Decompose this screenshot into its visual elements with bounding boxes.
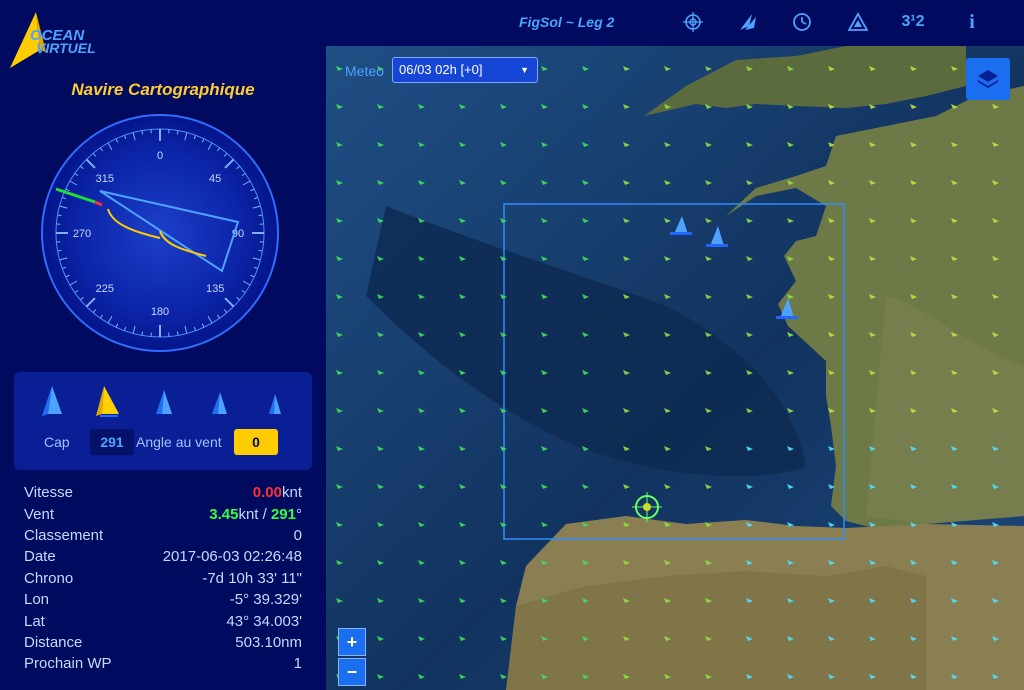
ranking-icon[interactable]: 3¹2 (901, 10, 925, 34)
lat-value: 43° 34.003' (226, 612, 302, 630)
chrono-value: -7d 10h 33' 11" (202, 569, 302, 587)
info-icon[interactable]: i (960, 10, 984, 34)
stat-waypoint: Prochain WP 1 (24, 653, 302, 674)
stat-vent: Vent 3.45knt / 291° (24, 503, 302, 524)
stat-classement: Classement 0 (24, 525, 302, 546)
meteo-label: Meteo (345, 63, 384, 79)
stat-lat: Lat 43° 34.003' (24, 610, 302, 631)
waypoint-value: 1 (293, 655, 302, 673)
vent-deg: ° (296, 505, 302, 523)
map-canvas[interactable] (326, 46, 1024, 690)
classement-value: 0 (293, 526, 302, 544)
code0-sail-icon[interactable] (259, 384, 289, 418)
waypoint-label: Prochain WP (24, 655, 112, 673)
warning-icon[interactable] (846, 10, 870, 34)
vent-value-group: 3.45knt / 291° (209, 506, 302, 523)
compass-label: 225 (96, 283, 114, 295)
spinnaker-sail-icon[interactable] (92, 384, 122, 418)
compass-label: 180 (151, 306, 169, 318)
sail-settings-icon[interactable] (735, 10, 759, 34)
distance-label: Distance (24, 633, 83, 651)
vent-unit: knt / (238, 505, 271, 523)
vitesse-label: Vitesse (24, 484, 73, 502)
sail-selector: Cap 291 Angle au vent 0 (14, 372, 312, 470)
zoom-out-button[interactable]: − (338, 658, 366, 686)
panel-title: Navire Cartographique (71, 80, 255, 99)
angle-label: Angle au vent (136, 434, 222, 450)
chrono-label: Chrono (24, 569, 74, 587)
cap-label: Cap (44, 434, 70, 450)
cap-value[interactable]: 291 (90, 429, 134, 455)
vitesse-value: 0.00 (252, 484, 282, 502)
info-icon-text: i (969, 10, 975, 33)
stat-vitesse: Vitesse 0.00knt (24, 482, 302, 503)
vent-label: Vent (24, 505, 55, 523)
stat-date: Date 2017-06-03 02:26:48 (24, 546, 302, 567)
compass-label: 0 (157, 150, 163, 162)
map-view[interactable]: Meteo 06/03 02h [+0] ▼ + − (326, 46, 1024, 690)
leg-title: FigSol ~ Leg 2 (519, 14, 615, 30)
target-icon[interactable] (681, 10, 705, 34)
compass-label: 315 (96, 173, 114, 185)
layers-button[interactable] (966, 58, 1010, 100)
staysail-icon[interactable] (148, 384, 178, 418)
jib-sail-icon[interactable] (38, 384, 68, 418)
stat-lon: Lon -5° 39.329' (24, 589, 302, 610)
compass-dial: 0 45 90 135 180 225 270 315 (40, 113, 280, 353)
classement-label: Classement (24, 526, 104, 544)
top-bar: OCEAN VIRTUEL FigSol ~ Leg 2 3¹2 i (0, 0, 1024, 68)
compass-label: 45 (209, 173, 221, 185)
ranking-icon-text: 3¹2 (901, 13, 925, 30)
compass-label: 270 (73, 228, 91, 240)
distance-value: 503.10nm (235, 633, 302, 651)
svg-text:VIRTUEL: VIRTUEL (36, 40, 96, 56)
angle-value[interactable]: 0 (234, 429, 278, 455)
layers-icon (978, 70, 998, 88)
stat-chrono: Chrono -7d 10h 33' 11" (24, 568, 302, 589)
date-value: 2017-06-03 02:26:48 (162, 548, 302, 566)
lon-label: Lon (24, 591, 50, 609)
vitesse-value-group: 0.00knt (253, 484, 302, 501)
stat-distance: Distance 503.10nm (24, 632, 302, 653)
stats-table: Vitesse 0.00knt Vent 3.45knt / 291° Clas… (24, 482, 302, 675)
vitesse-unit: knt (281, 484, 302, 502)
compass-label: 135 (206, 283, 224, 295)
meteo-selected-value: 06/03 02h [+0] (399, 62, 483, 77)
vent-direction: 291 (270, 505, 296, 523)
clock-icon[interactable] (790, 10, 814, 34)
light-jib-icon[interactable] (204, 384, 234, 418)
lon-value: -5° 39.329' (229, 591, 302, 609)
zoom-in-button[interactable]: + (338, 628, 366, 656)
chevron-down-icon: ▼ (520, 65, 529, 75)
date-label: Date (24, 548, 56, 566)
lat-label: Lat (24, 612, 45, 630)
meteo-select[interactable]: 06/03 02h [+0] ▼ (392, 57, 538, 83)
ocean-virtuel-logo: OCEAN VIRTUEL (6, 10, 116, 72)
vent-speed: 3.45 (209, 505, 239, 523)
